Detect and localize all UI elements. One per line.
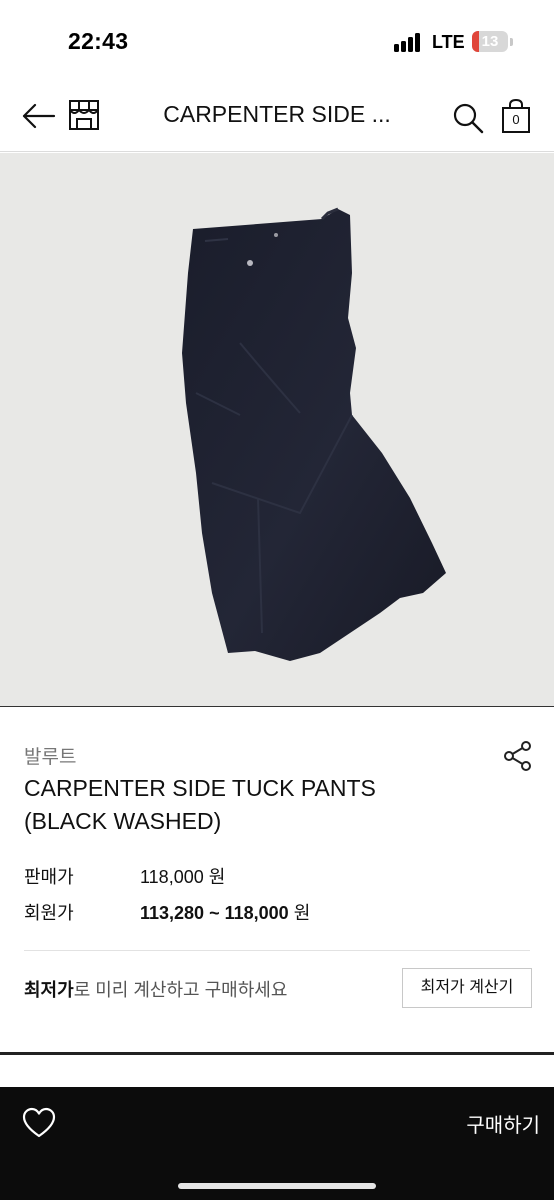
- sale-price-value: 118,000 원: [140, 867, 226, 887]
- share-icon: [504, 741, 531, 771]
- cart-count: 0: [512, 112, 520, 127]
- brand-name[interactable]: 발루트: [24, 742, 76, 769]
- battery-level: 13: [481, 33, 499, 50]
- share-button[interactable]: [502, 740, 534, 772]
- member-price-value: 113,280 ~ 118,000 원: [140, 903, 311, 923]
- sale-price-label: 판매가: [24, 867, 74, 887]
- page-title: CARPENTER SIDE ...: [163, 101, 391, 127]
- purchase-bar: 구매하기: [0, 1087, 554, 1200]
- network-type: LTE: [432, 32, 465, 52]
- lowest-price-prompt: 최저가로 미리 계산하고 구매하세요: [24, 980, 288, 1000]
- search-button[interactable]: [452, 102, 484, 134]
- back-arrow-icon: [22, 103, 56, 129]
- wishlist-button[interactable]: [22, 1107, 56, 1139]
- content-gap: [0, 1055, 554, 1087]
- product-name-line2: (BLACK WASHED): [24, 808, 222, 834]
- member-price-label: 회원가: [24, 903, 74, 923]
- product-image[interactable]: [0, 153, 554, 707]
- buy-button[interactable]: 구매하기: [430, 1109, 540, 1137]
- store-icon: [69, 100, 99, 130]
- lowest-price-calculator-button[interactable]: 최저가 계산기: [402, 968, 532, 1008]
- pants-illustration: [182, 207, 446, 661]
- store-button[interactable]: [68, 98, 100, 132]
- cart-button[interactable]: 0: [500, 98, 532, 134]
- status-time: 22:43: [68, 28, 129, 54]
- search-icon: [453, 103, 484, 134]
- battery-cap: [510, 38, 513, 46]
- product-name-line1: CARPENTER SIDE TUCK PANTS: [24, 775, 376, 801]
- divider: [24, 950, 530, 951]
- home-indicator[interactable]: [178, 1183, 376, 1189]
- back-button[interactable]: [20, 100, 56, 132]
- heart-icon: [22, 1107, 56, 1138]
- status-bar: 22:43 LTE 13: [0, 0, 554, 80]
- battery-icon: 13: [472, 31, 508, 52]
- signal-strength-icon: [394, 32, 424, 52]
- product-name: CARPENTER SIDE TUCK PANTS (BLACK WASHED): [24, 772, 494, 838]
- nav-bar: CARPENTER SIDE ... 0: [0, 80, 554, 152]
